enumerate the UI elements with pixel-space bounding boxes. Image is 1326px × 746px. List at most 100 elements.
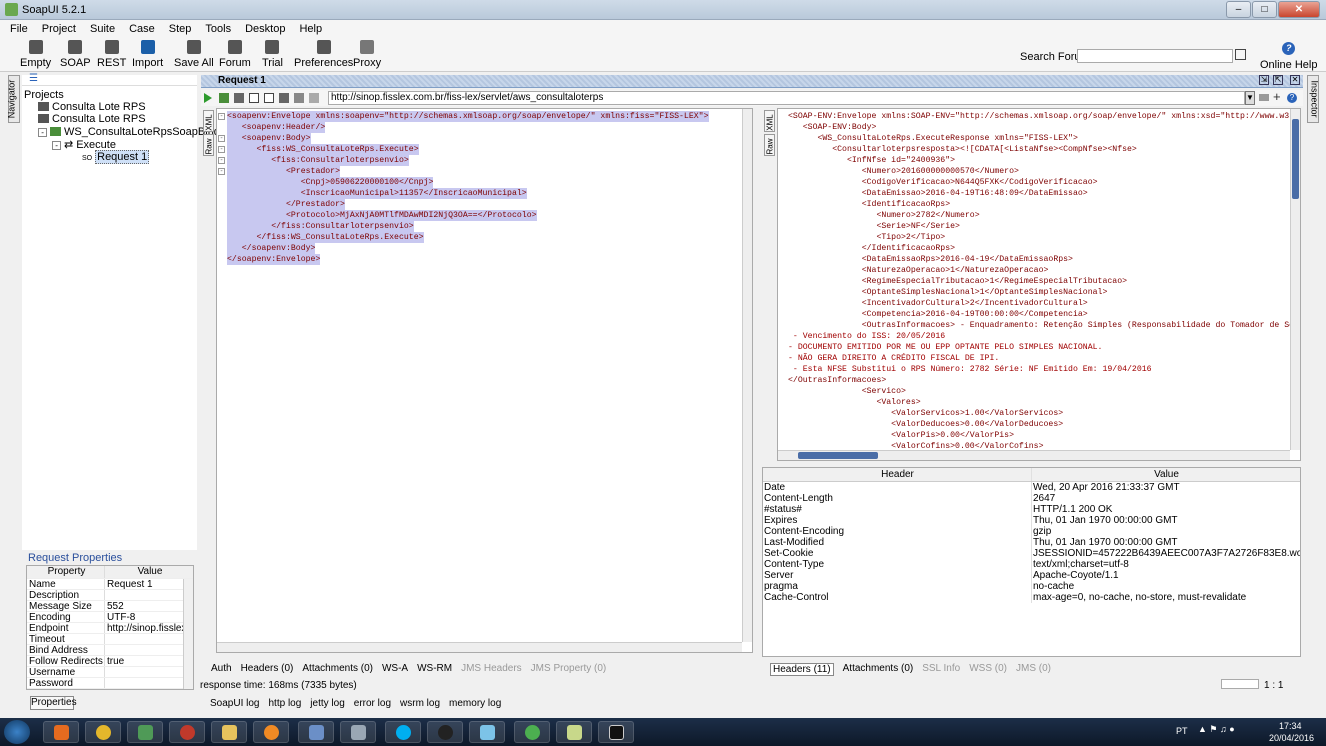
inspector-tab[interactable]: Inspector: [1307, 75, 1320, 123]
fold-toggle-icon[interactable]: -: [218, 157, 225, 164]
taskbar-app-7[interactable]: [298, 721, 334, 743]
tab-headers[interactable]: Headers (0): [241, 663, 294, 674]
tile-icon[interactable]: ⇲: [1259, 75, 1269, 85]
collapse-icon[interactable]: -: [38, 128, 47, 137]
tray-language[interactable]: PT: [1176, 726, 1188, 736]
taskbar-app-10[interactable]: [427, 721, 463, 743]
trial-button[interactable]: Trial: [262, 40, 283, 69]
endpoint-url-field[interactable]: http://sinop.fisslex.com.br/fiss-lex/ser…: [328, 91, 1245, 105]
property-value[interactable]: [105, 645, 193, 655]
request-horizontal-scrollbar[interactable]: [217, 642, 742, 652]
tab-memory-log[interactable]: memory log: [449, 698, 501, 709]
navigator-tab[interactable]: Navigator: [6, 75, 20, 123]
fold-toggle-icon[interactable]: -: [218, 168, 225, 175]
request-xml-editor[interactable]: <soapenv:Envelope xmlns:soapenv="http://…: [216, 108, 753, 653]
table-row[interactable]: Bind Address: [27, 645, 193, 656]
taskbar-app-13[interactable]: [556, 721, 592, 743]
taskbar-chrome[interactable]: [85, 721, 121, 743]
table-row[interactable]: Timeout: [27, 634, 193, 645]
save-all-button[interactable]: Save All: [174, 40, 214, 69]
table-row[interactable]: Password: [27, 678, 193, 689]
tab-jms-property[interactable]: JMS Property (0): [531, 663, 607, 674]
fold-toggle-icon[interactable]: -: [218, 146, 225, 153]
taskbar-soapui[interactable]: [514, 721, 550, 743]
close-request-icon[interactable]: ✕: [1290, 75, 1300, 85]
request-raw-tab[interactable]: Raw: [203, 134, 214, 156]
tab-http-log[interactable]: http log: [268, 698, 301, 709]
table-row[interactable]: Name Request 1: [27, 579, 193, 590]
response-vertical-scrollbar[interactable]: [1290, 109, 1300, 450]
taskbar-7zip[interactable]: [598, 721, 634, 743]
taskbar-explorer[interactable]: [211, 721, 247, 743]
tab-soapui-log[interactable]: SoapUI log: [210, 698, 259, 709]
tree-item-project-1[interactable]: Consulta Lote RPS: [38, 101, 146, 113]
add-icon[interactable]: +: [1273, 89, 1283, 104]
tab-ssl-info[interactable]: SSL Info: [922, 663, 960, 676]
header-column-header[interactable]: Header: [763, 468, 1032, 481]
empty-button[interactable]: Empty: [20, 40, 51, 69]
response-raw-tab[interactable]: Raw: [764, 134, 775, 156]
table-row[interactable]: Content-Encoding gzip: [763, 526, 1300, 537]
taskbar-skype[interactable]: [385, 721, 421, 743]
tab-error-log[interactable]: error log: [354, 698, 391, 709]
tab-response-headers[interactable]: Headers (11): [770, 663, 834, 676]
scroll-thumb[interactable]: [798, 452, 878, 459]
value-column-header[interactable]: Value: [105, 566, 193, 578]
online-help-button[interactable]: ? Online Help: [1260, 42, 1317, 71]
table-row[interactable]: Set-Cookie JSESSIONID=457222B6439AEEC007A…: [763, 548, 1300, 559]
property-value[interactable]: 552: [105, 601, 193, 611]
tab-ws-a[interactable]: WS-A: [382, 663, 408, 674]
property-value[interactable]: Request 1: [105, 579, 193, 589]
search-forum-input[interactable]: [1077, 49, 1233, 63]
property-value[interactable]: [105, 634, 193, 644]
minimize-button[interactable]: –: [1226, 1, 1251, 18]
proxy-button[interactable]: Proxy: [353, 40, 381, 69]
menu-suite[interactable]: Suite: [90, 23, 115, 35]
response-horizontal-scrollbar[interactable]: [778, 450, 1290, 460]
menu-desktop[interactable]: Desktop: [245, 23, 285, 35]
property-value[interactable]: UTF-8: [105, 612, 193, 622]
menu-case[interactable]: Case: [129, 23, 155, 35]
collapse-icon[interactable]: -: [52, 141, 61, 150]
table-row[interactable]: pragma no-cache: [763, 581, 1300, 592]
menu-help[interactable]: Help: [299, 23, 322, 35]
table-row[interactable]: Message Size 552: [27, 601, 193, 612]
request-vertical-scrollbar[interactable]: [742, 109, 752, 642]
table-row[interactable]: Expires Thu, 01 Jan 1970 00:00:00 GMT: [763, 515, 1300, 526]
table-row[interactable]: #status# HTTP/1.1 200 OK: [763, 504, 1300, 515]
table-row[interactable]: Content-Length 2647: [763, 493, 1300, 504]
menu-step[interactable]: Step: [169, 23, 192, 35]
property-value[interactable]: [105, 667, 193, 677]
import-button[interactable]: Import: [132, 40, 163, 69]
edit-endpoint-icon[interactable]: [1259, 94, 1269, 101]
taskbar-app-3[interactable]: [127, 721, 163, 743]
value-column-header[interactable]: Value: [1032, 468, 1300, 481]
taskbar-app-4[interactable]: [169, 721, 205, 743]
table-row[interactable]: Last-Modified Thu, 01 Jan 1970 00:00:00 G…: [763, 537, 1300, 548]
table-row[interactable]: Server Apache-Coyote/1.1: [763, 570, 1300, 581]
restore-icon[interactable]: ⇱: [1273, 75, 1283, 85]
create-testcase-icon[interactable]: [234, 93, 244, 103]
clock-date[interactable]: 20/04/2016: [1269, 733, 1314, 743]
scroll-thumb[interactable]: [1292, 119, 1299, 199]
soap-button[interactable]: SOAP: [60, 40, 91, 69]
tab-wsrm-log[interactable]: wsrm log: [400, 698, 440, 709]
table-row[interactable]: Description: [27, 590, 193, 601]
tab-response-attachments[interactable]: Attachments (0): [843, 663, 914, 676]
maximize-button[interactable]: □: [1252, 1, 1277, 18]
tab-jms[interactable]: JMS (0): [1016, 663, 1051, 676]
forum-button[interactable]: Forum: [219, 40, 251, 69]
tab-auth[interactable]: Auth: [211, 663, 232, 674]
menu-project[interactable]: Project: [42, 23, 76, 35]
tab-jms-headers[interactable]: JMS Headers: [461, 663, 522, 674]
add-assertion-icon[interactable]: [219, 93, 229, 103]
property-value[interactable]: [105, 590, 193, 600]
properties-button[interactable]: Properties: [30, 696, 77, 710]
split-view-icon[interactable]: [264, 93, 274, 103]
taskbar-firefox[interactable]: [43, 721, 79, 743]
tabs-icon[interactable]: [294, 93, 304, 103]
property-column-header[interactable]: Property: [27, 566, 105, 578]
property-value[interactable]: true: [105, 656, 193, 666]
submit-request-icon[interactable]: [204, 93, 212, 103]
tab-attachments[interactable]: Attachments (0): [302, 663, 373, 674]
